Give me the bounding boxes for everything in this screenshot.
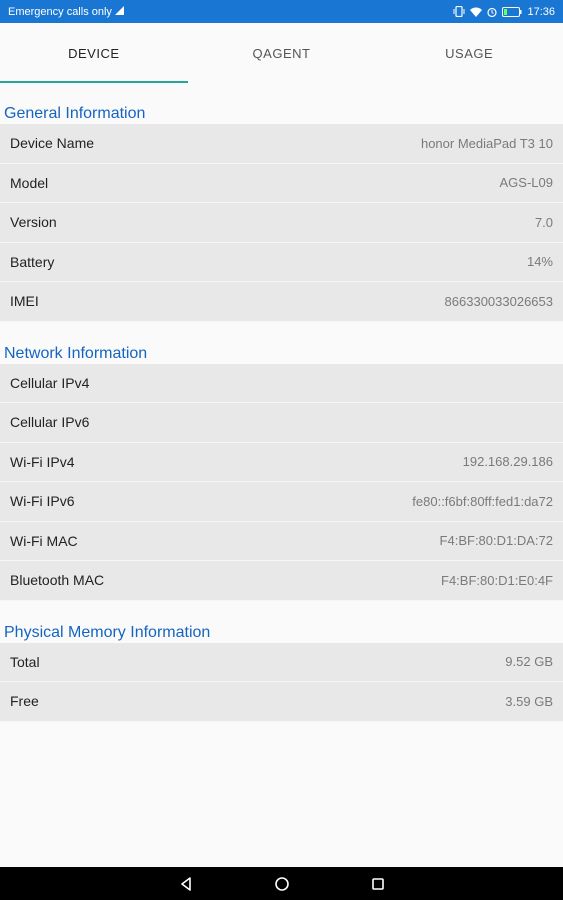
network-information-section: Network Information Cellular IPv4 Cellul…: [0, 344, 563, 601]
row-label: Free: [10, 693, 39, 710]
info-row-cellular-ipv4: Cellular IPv4: [0, 363, 563, 403]
alarm-icon: [487, 7, 498, 17]
info-row-device-name: Device Name honor MediaPad T3 10: [0, 124, 563, 164]
info-row-battery: Battery 14%: [0, 242, 563, 282]
status-right: 17:36: [453, 6, 555, 18]
info-row-cellular-ipv6: Cellular IPv6: [0, 403, 563, 443]
wifi-icon: [470, 7, 483, 17]
device-content: General Information Device Name honor Me…: [0, 83, 563, 867]
tab-qagent[interactable]: QAGENT: [188, 23, 376, 83]
section-title: General Information: [4, 105, 146, 122]
row-label: IMEI: [10, 293, 39, 310]
row-label: Device Name: [10, 135, 95, 152]
row-value: fe80::f6bf:80ff:fed1:da72: [412, 493, 553, 509]
clock-time: 17:36: [527, 5, 555, 18]
row-value: honor MediaPad T3 10: [420, 135, 553, 151]
tab-bar: DEVICE QAGENT USAGE: [0, 23, 563, 83]
vibrate-icon: [453, 6, 465, 17]
info-row-model: Model AGS-L09: [0, 163, 563, 203]
status-left: Emergency calls only: [8, 5, 124, 18]
status-bar: Emergency calls only 17:36: [0, 0, 563, 23]
row-label: Wi-Fi IPv4: [10, 453, 75, 470]
row-value: 7.0: [534, 214, 553, 230]
row-value: 3.59 GB: [505, 693, 553, 709]
tab-usage[interactable]: USAGE: [375, 23, 563, 83]
carrier-text: Emergency calls only: [8, 5, 112, 18]
info-row-wifi-ipv6: Wi-Fi IPv6 fe80::f6bf:80ff:fed1:da72: [0, 482, 563, 522]
section-title: Network Information: [4, 344, 148, 362]
row-value: F4:BF:80:D1:E0:4F: [441, 572, 553, 588]
physical-memory-information-section: Physical Memory Information Total 9.52 G…: [0, 623, 563, 722]
row-label: Wi-Fi MAC: [10, 532, 78, 549]
row-value: 14%: [526, 254, 553, 270]
info-row-free-memory: Free 3.59 GB: [0, 682, 563, 722]
info-row-bluetooth-mac: Bluetooth MAC F4:BF:80:D1:E0:4F: [0, 561, 563, 601]
info-list: Device Name honor MediaPad T3 10 Model A…: [0, 124, 563, 322]
back-icon[interactable]: [174, 872, 198, 896]
row-label: Cellular IPv6: [10, 414, 90, 431]
info-list: Cellular IPv4 Cellular IPv6 Wi-Fi IPv4 1…: [0, 363, 563, 601]
recents-icon[interactable]: [366, 872, 390, 896]
row-value: 192.168.29.186: [462, 454, 553, 470]
row-value: AGS-L09: [499, 175, 553, 191]
home-icon[interactable]: [270, 872, 294, 896]
info-list: Total 9.52 GB Free 3.59 GB: [0, 642, 563, 722]
row-label: Version: [10, 214, 57, 231]
info-row-wifi-ipv4: Wi-Fi IPv4 192.168.29.186: [0, 442, 563, 482]
info-row-wifi-mac: Wi-Fi MAC F4:BF:80:D1:DA:72: [0, 521, 563, 561]
section-title: Physical Memory Information: [4, 623, 211, 641]
row-label: Model: [10, 174, 49, 191]
info-row-imei: IMEI 866330033026653: [0, 282, 563, 322]
row-label: Cellular IPv4: [10, 374, 90, 391]
tab-device[interactable]: DEVICE: [0, 23, 188, 83]
info-row-version: Version 7.0: [0, 203, 563, 243]
battery-icon: [502, 6, 522, 17]
navigation-bar: [0, 867, 563, 900]
row-value: F4:BF:80:D1:DA:72: [439, 533, 553, 549]
row-label: Bluetooth MAC: [10, 572, 105, 589]
row-label: Wi-Fi IPv6: [10, 493, 75, 510]
row-value: 9.52 GB: [505, 654, 553, 670]
row-label: Battery: [10, 253, 55, 270]
general-information-section: General Information Device Name honor Me…: [0, 104, 563, 322]
row-label: Total: [10, 653, 40, 670]
row-value: 866330033026653: [444, 293, 553, 309]
info-row-total-memory: Total 9.52 GB: [0, 642, 563, 682]
signal-icon: [114, 5, 124, 18]
